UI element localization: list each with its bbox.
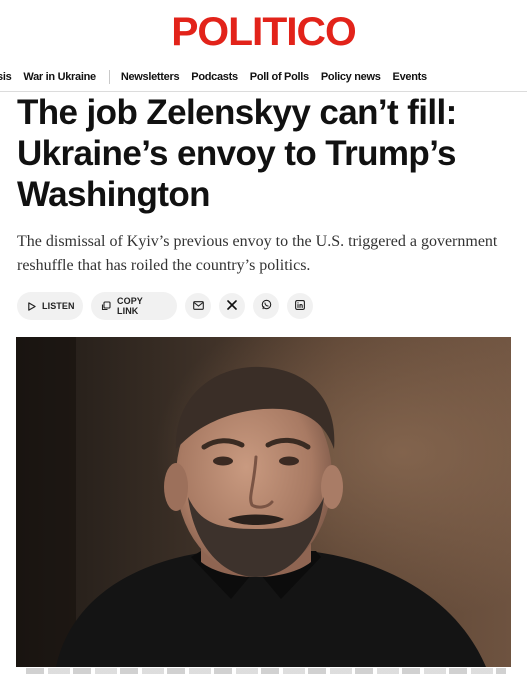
photo-caption: [16, 668, 511, 674]
x-icon: [227, 297, 237, 315]
listen-button[interactable]: LISTEN: [17, 292, 83, 320]
nav-divider: [108, 70, 110, 84]
masthead: POLITICO: [0, 0, 527, 58]
nav-item-policy-news[interactable]: Policy news: [321, 71, 381, 83]
article-dek: The dismissal of Kyiv’s previous envoy t…: [17, 233, 498, 274]
listen-label: LISTEN: [42, 301, 75, 311]
politico-logo[interactable]: POLITICO: [171, 12, 357, 52]
nav-item-events[interactable]: Events: [393, 71, 428, 83]
article-lead-photo: [16, 337, 511, 667]
email-share-button[interactable]: [185, 293, 211, 319]
nav-item-podcasts[interactable]: Podcasts: [191, 71, 238, 83]
copy-link-button[interactable]: COPY LINK: [91, 292, 177, 320]
whatsapp-share-button[interactable]: [253, 293, 279, 319]
portrait-photo: [16, 337, 511, 667]
whatsapp-icon: [261, 297, 272, 315]
top-nav: sis War in Ukraine Newsletters Podcasts …: [0, 66, 527, 88]
email-icon: [192, 297, 204, 315]
copy-icon: [101, 301, 111, 311]
nav-item-poll-of-polls[interactable]: Poll of Polls: [250, 71, 309, 83]
share-toolbar: LISTEN COPY LINK: [17, 292, 313, 320]
play-icon: [27, 301, 36, 311]
article-headline: The job Zelenskyy can’t fill: Ukraine’s …: [17, 93, 457, 214]
nav-item-analysis[interactable]: sis: [0, 71, 12, 83]
linkedin-icon: [295, 297, 305, 315]
nav-item-war-in-ukraine[interactable]: War in Ukraine: [23, 71, 96, 83]
nav-item-newsletters[interactable]: Newsletters: [121, 71, 180, 83]
linkedin-share-button[interactable]: [287, 293, 313, 319]
x-share-button[interactable]: [219, 293, 245, 319]
copy-link-label: COPY LINK: [117, 296, 143, 316]
article-page: POLITICO sis War in Ukraine Newsletters …: [0, 0, 527, 674]
caption-text-cropped: [26, 668, 506, 674]
